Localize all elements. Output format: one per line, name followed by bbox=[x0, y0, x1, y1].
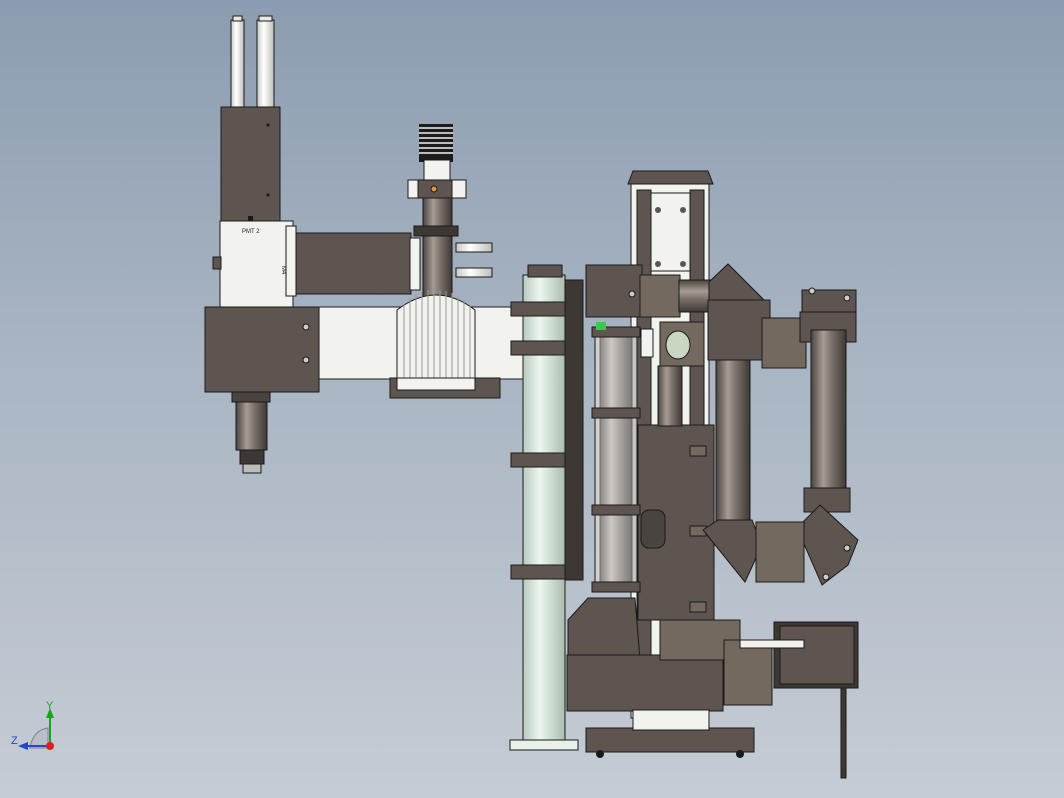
objective-lens[interactable] bbox=[231, 391, 271, 474]
top-tube-right[interactable] bbox=[256, 19, 275, 109]
triad-y-label: Y bbox=[46, 700, 54, 712]
pmt-box-2[interactable] bbox=[295, 232, 412, 295]
top-tube-left[interactable] bbox=[230, 19, 245, 109]
cad-viewport[interactable]: PMT 2 M4 bbox=[0, 0, 1064, 798]
scan-head[interactable] bbox=[204, 306, 320, 393]
side-label: M4 bbox=[280, 266, 286, 275]
pmt-label: PMT 2 bbox=[242, 229, 260, 235]
base-assembly[interactable] bbox=[566, 597, 859, 779]
pmt-box[interactable] bbox=[220, 106, 281, 222]
origin-icon bbox=[46, 742, 54, 750]
triad-z-label: Z bbox=[11, 735, 18, 747]
axis-triad bbox=[18, 708, 54, 750]
